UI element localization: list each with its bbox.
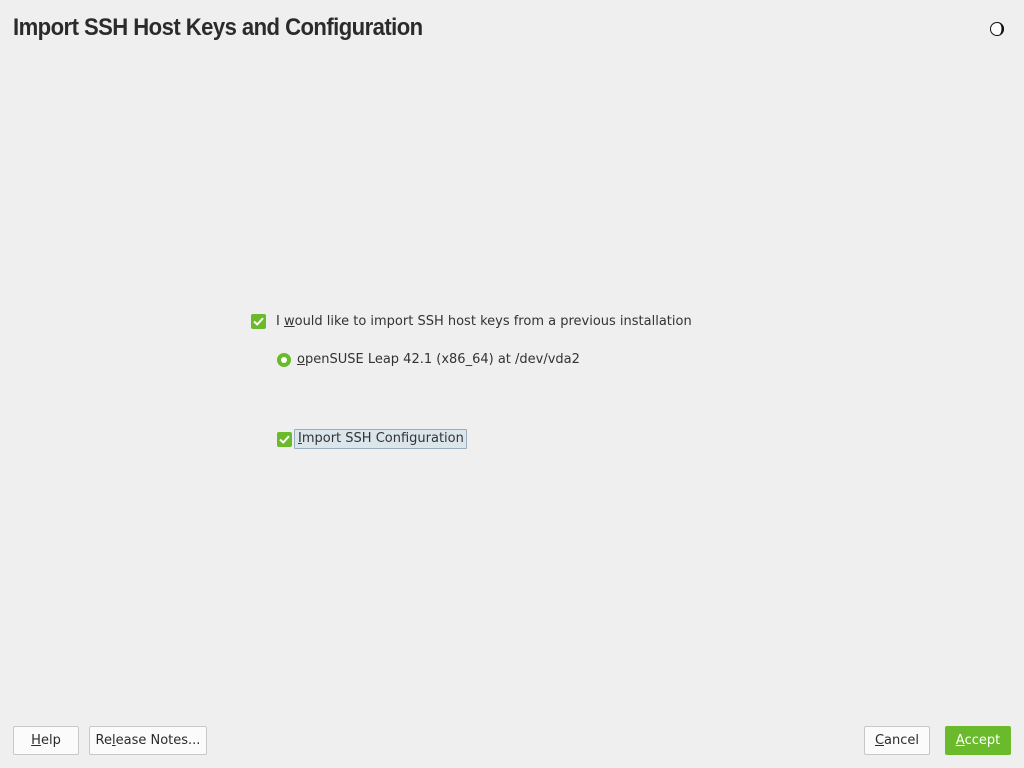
checkmark-icon [279,435,290,444]
radio-dot-icon [281,356,287,363]
installation-label[interactable]: openSUSE Leap 42.1 (x86_64) at /dev/vda2 [297,352,580,367]
accept-button[interactable]: Accept [945,726,1011,755]
release-notes-button[interactable]: Re l ease Notes... [89,726,207,755]
help-button[interactable]: Help [13,726,79,755]
contrast-moon-icon [990,22,1004,36]
import-config-row: Import SSH Configuration [277,429,467,449]
import-keys-row: I would like to import SSH host keys fro… [251,314,692,329]
installation-radio[interactable] [277,352,291,367]
import-config-checkbox[interactable] [277,431,292,447]
cancel-button[interactable]: Cancel [864,726,930,755]
import-keys-checkbox[interactable] [251,314,266,329]
checkmark-icon [253,317,264,326]
page-title: Import SSH Host Keys and Configuration [13,14,423,41]
installation-radio-row: openSUSE Leap 42.1 (x86_64) at /dev/vda2 [277,352,580,367]
installer-window: Import SSH Host Keys and Configuration I… [0,0,1024,768]
theme-toggle-button[interactable] [986,20,1006,38]
import-config-label[interactable]: Import SSH Configuration [294,429,467,449]
import-keys-label[interactable]: I would like to import SSH host keys fro… [276,314,692,329]
